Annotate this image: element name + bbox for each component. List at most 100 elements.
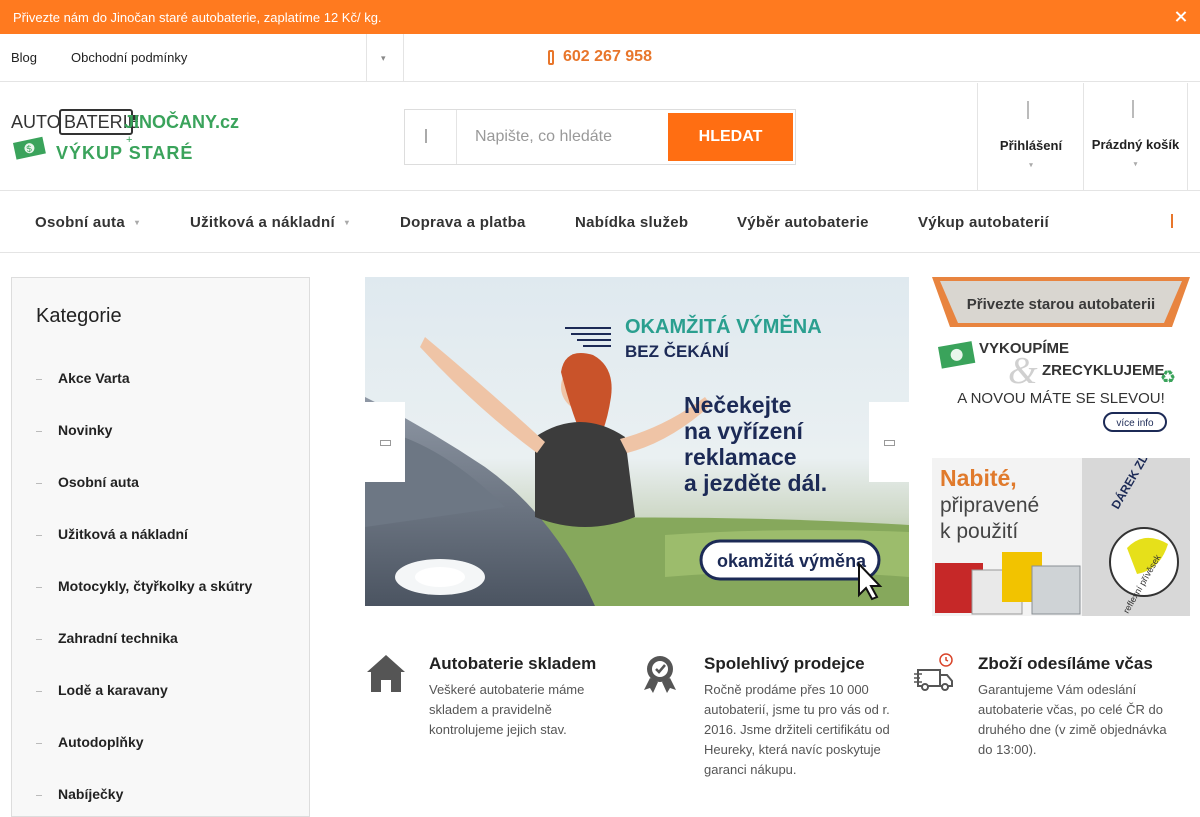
slider-next-button[interactable] bbox=[869, 402, 909, 482]
benefit-text: Veškeré autobaterie máme skladem a pravi… bbox=[429, 682, 585, 737]
slider-prev-button[interactable] bbox=[365, 402, 405, 482]
chevron-down-icon: ▾ bbox=[1133, 161, 1138, 168]
banner-gift[interactable]: Nabité, připravené k použití DÁREK ZDARM… bbox=[932, 458, 1190, 616]
bullet-icon bbox=[36, 794, 42, 796]
svg-text:AUTO: AUTO bbox=[11, 112, 61, 132]
user-icon bbox=[1027, 101, 1035, 119]
nav-item-vyber[interactable]: Výběr autobaterie bbox=[737, 214, 869, 231]
svg-text:více info: více info bbox=[1116, 418, 1154, 429]
svg-text:Nabité,: Nabité, bbox=[940, 465, 1017, 491]
bullet-icon bbox=[36, 430, 42, 432]
svg-text:a jezděte dál.: a jezděte dál. bbox=[684, 470, 827, 496]
notice-text: Přivezte nám do Jinočan staré autobateri… bbox=[13, 9, 382, 25]
bullet-icon bbox=[36, 690, 42, 692]
phone-number: 602 267 958 bbox=[563, 48, 652, 65]
svg-text:na vyřízení: na vyřízení bbox=[684, 418, 804, 444]
hero-slide-image: OKAMŽITÁ VÝMĚNA BEZ ČEKÁNÍ Nečekejte na … bbox=[365, 277, 909, 606]
search-icon bbox=[425, 129, 433, 143]
nav-label: Užitková a nákladní bbox=[190, 214, 335, 231]
login-label: Přihlášení bbox=[999, 138, 1063, 153]
svg-text:BEZ ČEKÁNÍ: BEZ ČEKÁNÍ bbox=[625, 342, 730, 361]
bullet-icon bbox=[36, 482, 42, 484]
link-blog[interactable]: Blog bbox=[11, 50, 37, 65]
chevron-down-icon: ▾ bbox=[344, 218, 350, 227]
search-button[interactable]: HLEDAT bbox=[668, 113, 793, 161]
hero-slider[interactable]: OKAMŽITÁ VÝMĚNA BEZ ČEKÁNÍ Nečekejte na … bbox=[365, 277, 909, 606]
divider bbox=[403, 34, 404, 82]
svg-text:reklamace: reklamace bbox=[684, 444, 797, 470]
svg-text:VÝKUP STARÉ: VÝKUP STARÉ bbox=[56, 142, 193, 163]
bullet-icon bbox=[36, 742, 42, 744]
sidebar-item-motocykly[interactable]: Motocykly, čtyřkolky a skútry bbox=[36, 578, 252, 594]
benefit-text: Garantujeme Vám odeslání autobaterie vča… bbox=[978, 682, 1167, 757]
divider bbox=[366, 34, 367, 82]
sidebar-item-zahradni[interactable]: Zahradní technika bbox=[36, 630, 178, 646]
logo[interactable]: AUTO BATERIE JINOČANY.cz + $ VÝKUP STARÉ bbox=[11, 107, 241, 167]
svg-text:Přivezte starou autobaterii: Přivezte starou autobaterii bbox=[967, 296, 1155, 313]
svg-text:připravené: připravené bbox=[940, 494, 1039, 517]
svg-text:Nečekejte: Nečekejte bbox=[684, 392, 791, 418]
svg-text:&: & bbox=[1008, 350, 1038, 392]
certificate-icon bbox=[644, 656, 676, 693]
cart-button[interactable]: Prázdný košík ▾ bbox=[1083, 83, 1188, 191]
bullet-icon bbox=[36, 586, 42, 588]
main-nav: Osobní auta ▾ Užitková a nákladní ▾ Doprav… bbox=[0, 192, 1200, 253]
sidebar-item-label: Zahradní technika bbox=[58, 630, 178, 646]
category-sidebar: Kategorie Akce Varta Novinky Osobní auta… bbox=[11, 277, 310, 817]
cart-icon bbox=[1131, 100, 1140, 118]
sidebar-item-lode[interactable]: Lodě a karavany bbox=[36, 682, 168, 698]
sidebar-item-akce-varta[interactable]: Akce Varta bbox=[36, 370, 130, 386]
phone-contact[interactable]: 602 267 958 bbox=[548, 48, 652, 66]
notice-bar: Přivezte nám do Jinočan staré autobateri… bbox=[0, 0, 1200, 34]
cart-label: Prázdný košík bbox=[1091, 137, 1180, 152]
link-terms[interactable]: Obchodní podmínky bbox=[71, 50, 187, 65]
logo-graphic: AUTO BATERIE JINOČANY.cz + $ VÝKUP STARÉ bbox=[11, 109, 239, 163]
svg-text:okamžitá výměna: okamžitá výměna bbox=[717, 551, 867, 571]
benefit-title: Spolehlivý prodejce bbox=[704, 654, 865, 673]
sidebar-item-osobni-auta[interactable]: Osobní auta bbox=[36, 474, 139, 490]
svg-text:k použití: k použití bbox=[940, 520, 1018, 543]
svg-text:JINOČANY.cz: JINOČANY.cz bbox=[124, 111, 239, 132]
delivery-van-icon bbox=[914, 653, 953, 691]
phone-icon bbox=[548, 49, 554, 65]
sidebar-item-label: Motocykly, čtyřkolky a skútry bbox=[58, 578, 253, 594]
search-box: HLEDAT bbox=[404, 109, 796, 165]
svg-text:ZRECYKLUJEME: ZRECYKLUJEME bbox=[1042, 362, 1165, 379]
nav-item-uzitkova[interactable]: Užitková a nákladní ▾ bbox=[190, 214, 349, 231]
sidebar-item-label: Osobní auta bbox=[58, 474, 139, 490]
banner-buyback-image: Přivezte starou autobaterii VYKOUPÍME & … bbox=[932, 277, 1190, 437]
sidebar-item-autodoplnky[interactable]: Autodoplňky bbox=[36, 734, 144, 750]
more-links-icon[interactable]: ▾ bbox=[381, 53, 387, 63]
bullet-icon bbox=[36, 378, 42, 380]
sidebar-item-label: Užitková a nákladní bbox=[58, 526, 188, 542]
benefit-title: Autobaterie skladem bbox=[429, 654, 597, 673]
nav-item-sluzby[interactable]: Nabídka služeb bbox=[575, 214, 688, 231]
sidebar-title: Kategorie bbox=[36, 305, 122, 327]
menu-more-icon[interactable] bbox=[1171, 214, 1176, 228]
sidebar-item-label: Akce Varta bbox=[58, 370, 130, 386]
close-icon[interactable] bbox=[1172, 8, 1190, 26]
chevron-down-icon: ▾ bbox=[134, 218, 140, 227]
sidebar-item-uzitkova[interactable]: Užitková a nákladní bbox=[36, 526, 188, 542]
header: AUTO BATERIE JINOČANY.cz + $ VÝKUP STARÉ… bbox=[0, 83, 1200, 191]
nav-item-doprava[interactable]: Doprava a platba bbox=[400, 214, 526, 231]
bullet-icon bbox=[36, 534, 42, 536]
sidebar-item-label: Autodoplňky bbox=[58, 734, 144, 750]
search-input[interactable] bbox=[457, 112, 667, 162]
nav-label: Osobní auta bbox=[35, 214, 125, 231]
sidebar-item-label: Lodě a karavany bbox=[58, 682, 168, 698]
svg-text:♻: ♻ bbox=[1160, 367, 1176, 388]
login-button[interactable]: Přihlášení ▾ bbox=[977, 83, 1084, 191]
nav-item-osobni-auta[interactable]: Osobní auta ▾ bbox=[35, 214, 139, 231]
nav-item-vykup[interactable]: Výkup autobaterií bbox=[918, 214, 1049, 231]
chevron-down-icon: ▾ bbox=[1029, 162, 1033, 169]
benefit-text: Ročně prodáme přes 10 000 autobaterií, j… bbox=[704, 682, 890, 777]
svg-text:OKAMŽITÁ VÝMĚNA: OKAMŽITÁ VÝMĚNA bbox=[625, 314, 822, 338]
banner-buyback[interactable]: Přivezte starou autobaterii VYKOUPÍME & … bbox=[932, 277, 1190, 437]
benefit-title: Zboží odesíláme včas bbox=[978, 654, 1153, 673]
banner-gift-image: Nabité, připravené k použití DÁREK ZDARM… bbox=[932, 458, 1190, 616]
sidebar-item-novinky[interactable]: Novinky bbox=[36, 422, 112, 438]
house-icon bbox=[367, 655, 405, 692]
sidebar-item-label: Novinky bbox=[58, 422, 113, 438]
top-bar: Blog Obchodní podmínky ▾ 602 267 958 bbox=[0, 34, 1200, 82]
